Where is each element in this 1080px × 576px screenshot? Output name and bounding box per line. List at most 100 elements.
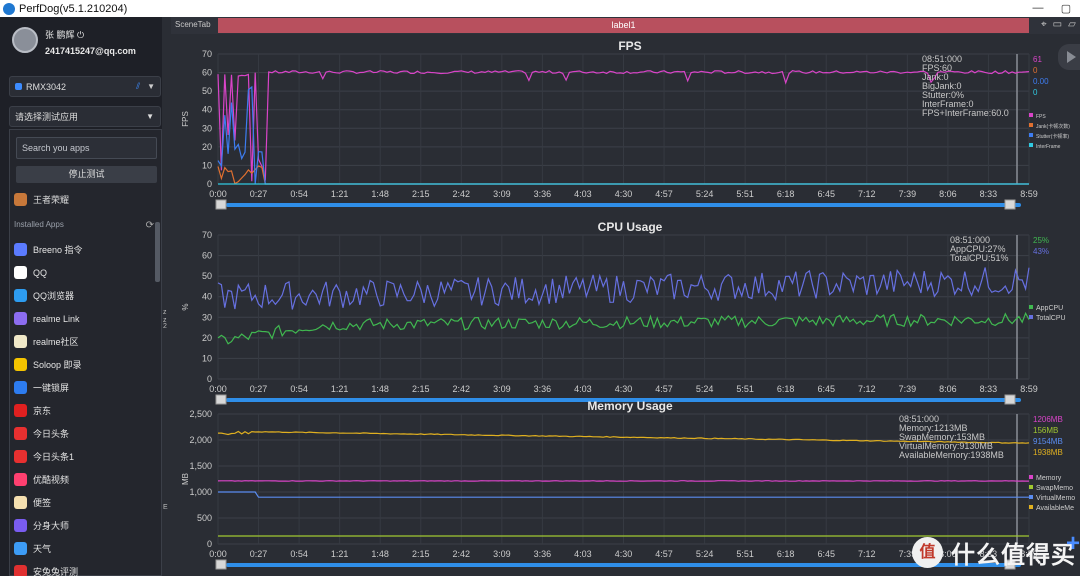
add-icon[interactable]: + [1066, 530, 1080, 558]
x-tick-label: 3:36 [534, 189, 552, 199]
app-icon [14, 542, 27, 555]
scene-label-tab[interactable]: label1 [218, 18, 1029, 33]
x-tick-label: 8:59 [1020, 189, 1038, 199]
y-tick-label: 0 [207, 539, 212, 549]
x-tick-label: 4:57 [655, 189, 673, 199]
device-selector[interactable]: RMX3042 ⫽ ▼ [9, 76, 161, 97]
app-label: realme Link [33, 313, 80, 324]
user-name[interactable]: 张 鹏辉 ⏻ [45, 27, 136, 43]
location-pin-icon[interactable]: ⌖ [1041, 19, 1047, 30]
y-axis-label: MB [181, 473, 190, 485]
legend-label: Stutter(卡顿率) [1036, 133, 1069, 140]
game-app-icon [14, 193, 27, 206]
app-icon [14, 358, 27, 371]
refresh-icon[interactable]: ⟳ [146, 220, 154, 231]
window-controls: — ▢ [1024, 2, 1080, 15]
x-tick-label: 6:18 [777, 384, 795, 394]
x-tick-label: 5:24 [696, 549, 714, 559]
search-input[interactable] [16, 137, 157, 159]
app-list-item[interactable]: QQ [14, 261, 83, 284]
y-axis-label: % [181, 303, 190, 310]
x-tick-label: 4:03 [574, 189, 592, 199]
app-list-panel: 停止测试 王者荣耀 Installed Apps ⟳ Breeno 指令 QQ QQ… [9, 129, 162, 576]
y-tick-label: 60 [202, 251, 212, 261]
app-list-item[interactable]: 天气 [14, 537, 83, 560]
open-folder-icon[interactable]: ▱ [1068, 19, 1076, 30]
slider-handle-left [215, 394, 227, 405]
app-list-item[interactable]: Breeno 指令 [14, 238, 83, 261]
installed-apps-label: Installed Apps [14, 220, 64, 229]
connection-mode-icon[interactable]: ⫽ [136, 81, 140, 92]
splitter-label: E [163, 504, 168, 511]
app-list-item[interactable]: realme社区 [14, 330, 83, 353]
minimize-icon[interactable]: — [1024, 2, 1052, 15]
app-label: QQ [33, 267, 48, 278]
series-current-value: 9154MB [1033, 437, 1063, 446]
series-current-value: 0.00 [1033, 77, 1049, 86]
legend-swatch [1029, 505, 1033, 509]
x-tick-label: 2:42 [453, 189, 471, 199]
y-tick-label: 0 [207, 374, 212, 384]
app-list-item[interactable]: Soloop 即录 [14, 353, 83, 376]
stop-test-button[interactable]: 停止测试 [16, 166, 157, 183]
chart-title: CPU Usage [598, 220, 663, 234]
y-tick-label: 30 [202, 123, 212, 133]
x-tick-label: 0:00 [209, 384, 227, 394]
legend-label: Jank(卡顿次数) [1036, 123, 1070, 130]
play-button[interactable] [1058, 44, 1080, 70]
app-label: 京东 [33, 406, 52, 416]
x-tick-label: 8:33 [980, 384, 998, 394]
app-list-item[interactable]: 分身大师 [14, 514, 83, 537]
x-tick-label: 8:06 [939, 384, 957, 394]
series-current-value: 43% [1033, 247, 1049, 256]
avatar[interactable] [12, 27, 38, 53]
app-list-item[interactable]: realme Link [14, 307, 83, 330]
x-tick-label: 6:18 [777, 189, 795, 199]
user-email: 2417415247@qq.com [45, 46, 136, 56]
app-list-item[interactable]: 一键锁屏 [14, 376, 83, 399]
app-label: 分身大师 [33, 521, 70, 531]
x-tick-label: 5:51 [736, 189, 754, 199]
legend-swatch [1029, 315, 1033, 319]
legend-swatch [1029, 485, 1033, 489]
legend-label: SwapMemo [1036, 485, 1073, 492]
legend-swatch [1029, 123, 1033, 127]
app-list-item[interactable]: 安兔兔评测 [14, 560, 83, 576]
x-tick-label: 5:24 [696, 189, 714, 199]
y-tick-label: 1,000 [189, 487, 212, 497]
app-list-item[interactable]: 今日头条1 [14, 445, 83, 468]
app-icon [14, 335, 27, 348]
tooltip-line: AvailableMemory:1938MB [899, 450, 1004, 460]
y-tick-label: 2,500 [189, 409, 212, 419]
app-label: Soloop 即录 [33, 360, 82, 370]
app-list-item[interactable]: 便签 [14, 491, 83, 514]
app-list-item[interactable]: 今日头条 [14, 422, 83, 445]
y-axis-label: FPS [181, 111, 190, 127]
app-list-scrollbar[interactable] [155, 222, 160, 282]
maximize-icon[interactable]: ▢ [1052, 2, 1080, 15]
y-tick-label: 0 [207, 179, 212, 189]
y-tick-label: 70 [202, 49, 212, 59]
x-tick-label: 8:59 [1020, 384, 1038, 394]
y-tick-label: 20 [202, 142, 212, 152]
series-current-value: 0 [1033, 66, 1038, 75]
installed-app-list: Breeno 指令 QQ QQ浏览器 realme Link realme社区 Soloo… [14, 238, 83, 576]
x-tick-label: 3:36 [534, 384, 552, 394]
charts-area: FPS FPS 0 10 20 30 40 50 60 70 0:00 0:27 0:54 1:21 1:4… [171, 34, 1080, 576]
recent-app-item[interactable]: 王者荣耀 [14, 193, 69, 206]
app-icon [14, 404, 27, 417]
folder-icon[interactable]: ▭ [1053, 19, 1062, 30]
legend-swatch [1029, 143, 1033, 147]
app-label: 一键锁屏 [33, 383, 70, 393]
app-list-item[interactable]: 优酷视频 [14, 468, 83, 491]
app-list-item[interactable]: 京东 [14, 399, 83, 422]
app-selector[interactable]: 请选择测试应用 ▼ [9, 106, 161, 127]
y-tick-label: 10 [202, 353, 212, 363]
tooltip-line: FPS+InterFrame:60.0 [922, 108, 1009, 118]
scene-tab-bar: SceneTab label1 ⌖ ▭ ▱ [171, 17, 1080, 34]
splitter-column: z z 2 E [162, 17, 171, 576]
app-list-item[interactable]: QQ浏览器 [14, 284, 83, 307]
series-current-value: 156MB [1033, 426, 1058, 435]
x-tick-label: 1:21 [331, 549, 349, 559]
x-tick-label: 6:18 [777, 549, 795, 559]
